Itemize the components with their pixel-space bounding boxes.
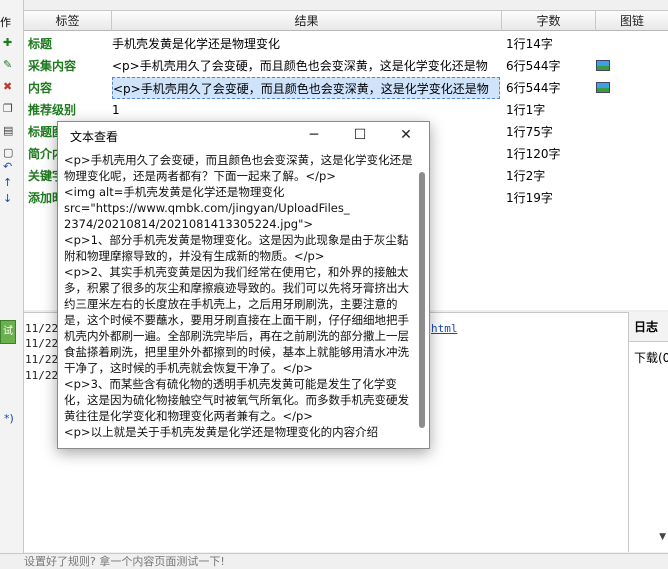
dialog-titlebar[interactable]: 文本查看 ─ ☐ ✕ xyxy=(58,122,429,150)
row-count: 1行120字 xyxy=(506,147,561,161)
image-icon[interactable] xyxy=(596,82,610,93)
row-count: 1行14字 xyxy=(506,37,553,51)
log-line: 11/22 xyxy=(25,353,59,366)
move-up-icon[interactable]: ↑ xyxy=(3,176,12,190)
add-icon[interactable]: ✚ xyxy=(3,36,12,50)
minimize-button[interactable]: ─ xyxy=(291,122,337,150)
copy-icon[interactable]: ❐ xyxy=(3,102,13,116)
image-icon[interactable] xyxy=(596,60,610,71)
download-status: 下载(0 xyxy=(634,351,668,365)
scroll-down-icon[interactable]: ▼ xyxy=(659,532,666,542)
column-header-label[interactable]: 标签 xyxy=(24,11,112,31)
row-count: 1行75字 xyxy=(506,125,553,139)
row-count: 6行544字 xyxy=(506,59,561,73)
row-label: 采集内容 xyxy=(28,59,77,73)
maximize-button[interactable]: ☐ xyxy=(337,122,383,150)
status-text: 设置好了规则? 拿一个内容页面测试一下! xyxy=(24,555,225,568)
run-test-button[interactable]: 试 xyxy=(0,320,16,344)
left-tab-label[interactable]: 作 xyxy=(0,14,11,30)
row-result[interactable]: 手机壳发黄是化学还是物理变化 xyxy=(112,33,500,55)
log-line: 11/22 xyxy=(25,369,59,382)
row-result[interactable]: <p>手机壳用久了会变硬，而且颜色也会变深黄，这是化学变化还是物 xyxy=(112,55,500,77)
log-link[interactable]: html xyxy=(431,322,458,335)
log-line: 11/22 xyxy=(25,337,59,350)
table-row[interactable]: 内容 <p>手机壳用久了会变硬，而且颜色也会变深黄，这是化学变化还是物 6行544字 xyxy=(24,77,668,99)
edit-icon[interactable]: ✎ xyxy=(3,58,12,72)
column-header-image[interactable]: 图链 xyxy=(596,11,668,31)
row-label: 标题 xyxy=(28,37,53,51)
left-toolbar: 作 ✚ ✎ ✖ ❐ ▤ ▢ ↶ ↑ ↓ 试 *) xyxy=(0,0,24,569)
row-count: 6行544字 xyxy=(506,81,561,95)
status-bar: 设置好了规则? 拿一个内容页面测试一下! xyxy=(0,553,668,569)
log-line: 11/22 xyxy=(25,322,59,335)
column-header-count[interactable]: 字数 xyxy=(502,11,596,31)
row-label: 推荐级别 xyxy=(28,103,77,117)
row-count: 1行19字 xyxy=(506,191,553,205)
row-count: 1行2字 xyxy=(506,169,546,183)
table-row[interactable]: 标题 手机壳发黄是化学还是物理变化 1行14字 xyxy=(24,33,668,55)
close-button[interactable]: ✕ xyxy=(383,122,429,150)
column-header-result[interactable]: 结果 xyxy=(112,11,502,31)
dialog-scrollbar[interactable] xyxy=(419,172,425,428)
row-result[interactable]: <p>手机壳用久了会变硬，而且颜色也会变深黄，这是化学变化还是物 xyxy=(112,77,500,99)
move-down-icon[interactable]: ↓ xyxy=(3,192,12,206)
delete-icon[interactable]: ✖ xyxy=(3,80,12,94)
clipboard-icon[interactable]: ▢ xyxy=(3,146,13,160)
dialog-text-content[interactable]: <p>手机壳用久了会变硬，而且颜色也会变深黄，这是化学变化还是物理变化呢，还是两… xyxy=(62,152,416,448)
row-label: 内容 xyxy=(28,81,53,95)
grid-header: 标签 结果 字数 图链 xyxy=(24,11,668,31)
row-result[interactable]: 1 xyxy=(112,99,500,121)
log-panel: 日志 下载(0 ▼ xyxy=(628,312,668,552)
row-count: 1行1字 xyxy=(506,103,546,117)
left-code-label: *) xyxy=(4,412,14,425)
paste-icon[interactable]: ▤ xyxy=(3,124,13,138)
text-view-dialog: 文本查看 ─ ☐ ✕ <p>手机壳用久了会变硬，而且颜色也会变深黄，这是化学变化… xyxy=(57,121,430,449)
table-row[interactable]: 推荐级别 1 1行1字 xyxy=(24,99,668,121)
undo-icon[interactable]: ↶ xyxy=(3,160,12,174)
dialog-title: 文本查看 xyxy=(70,130,119,144)
table-row[interactable]: 采集内容 <p>手机壳用久了会变硬，而且颜色也会变深黄，这是化学变化还是物 6行54… xyxy=(24,55,668,77)
tab-log[interactable]: 日志 xyxy=(629,312,668,342)
